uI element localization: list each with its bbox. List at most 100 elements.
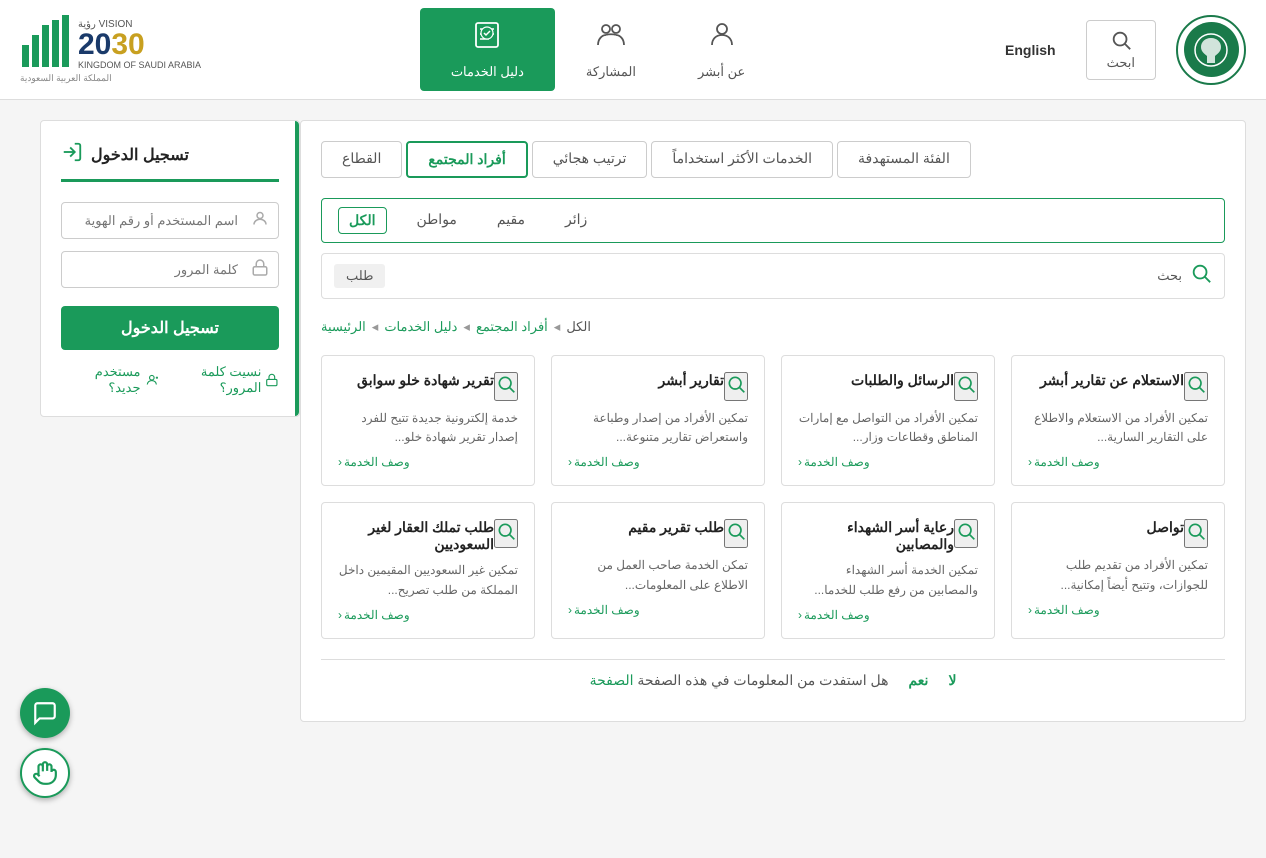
username-input[interactable] bbox=[61, 202, 279, 239]
search-button[interactable]: ابحث bbox=[1086, 20, 1156, 80]
card-7: طلب تملك العقار لغير السعوديين تمكين غير… bbox=[321, 502, 535, 638]
card-5-title: رعاية أسر الشهداء والمصابين bbox=[798, 519, 954, 553]
content-area: الفئة المستهدفة الخدمات الأكثر استخداماً… bbox=[300, 120, 1246, 722]
help-button[interactable] bbox=[20, 748, 70, 798]
card-1: الرسائل والطلبات تمكين الأفراد من التواص… bbox=[781, 355, 995, 486]
filter-citizen[interactable]: مواطن bbox=[407, 207, 467, 234]
cards-grid: الاستعلام عن تقارير أبشر تمكين الأفراد م… bbox=[321, 355, 1225, 639]
login-sidebar: تسجيل الدخول bbox=[40, 120, 300, 417]
card-7-link[interactable]: وصف الخدمة ‹ bbox=[338, 608, 518, 622]
card-0-link[interactable]: وصف الخدمة ‹ bbox=[1028, 455, 1208, 469]
tab-popular[interactable]: الخدمات الأكثر استخداماً bbox=[651, 141, 833, 178]
chat-button[interactable] bbox=[20, 688, 70, 738]
breadcrumb-home[interactable]: الرئيسية bbox=[321, 319, 366, 335]
vision-logo: VISION رؤية 2030 KINGDOM OF SAUDI ARABIA… bbox=[20, 15, 201, 84]
accent-bar bbox=[295, 121, 299, 416]
login-title-icon bbox=[61, 141, 83, 169]
card-2-title: تقارير أبشر bbox=[568, 372, 724, 389]
card-6-desc: تمكن الخدمة صاحب العمل من الاطلاع على ال… bbox=[568, 556, 748, 594]
new-user-link[interactable]: مستخدم جديد؟ bbox=[61, 364, 158, 396]
logo bbox=[1176, 15, 1246, 85]
breadcrumb: الكل ◂ أفراد المجتمع ◂ دليل الخدمات ◂ ال… bbox=[321, 319, 1225, 335]
main-wrapper: الفئة المستهدفة الخدمات الأكثر استخداماً… bbox=[0, 100, 1266, 742]
card-7-search-icon[interactable] bbox=[494, 519, 518, 548]
search-label: ابحث bbox=[1107, 55, 1135, 71]
nav-participation[interactable]: المشاركة bbox=[555, 8, 667, 91]
card-2-link[interactable]: وصف الخدمة ‹ bbox=[568, 455, 748, 469]
filter-visitor[interactable]: زائر bbox=[555, 207, 597, 234]
nav-services[interactable]: دليل الخدمات bbox=[420, 8, 555, 91]
card-0-desc: تمكين الأفراد من الاستعلام والاطلاع على … bbox=[1028, 409, 1208, 447]
tab-sector[interactable]: القطاع bbox=[321, 141, 402, 178]
card-2: تقارير أبشر تمكين الأفراد من إصدار وطباع… bbox=[551, 355, 765, 486]
search-row: بحث طلب bbox=[321, 253, 1225, 299]
vision-year: 2030 bbox=[78, 30, 145, 60]
card-5: رعاية أسر الشهداء والمصابين تمكين الخدمة… bbox=[781, 502, 995, 638]
vision-bars bbox=[20, 15, 70, 73]
page-link[interactable]: الصفحة bbox=[590, 672, 634, 688]
card-5-desc: تمكين الخدمة أسر الشهداء والمصابين من رف… bbox=[798, 561, 978, 599]
card-3-title: تقرير شهادة خلو سوابق bbox=[338, 372, 494, 389]
card-1-desc: تمكين الأفراد من التواصل مع إمارات المنا… bbox=[798, 409, 978, 447]
vision-kingdom: KINGDOM OF SAUDI ARABIA bbox=[78, 60, 201, 70]
about-icon bbox=[706, 19, 738, 58]
forgot-password-link[interactable]: نسيت كلمة المرور؟ bbox=[158, 364, 279, 396]
card-0-title: الاستعلام عن تقارير أبشر bbox=[1028, 372, 1184, 389]
card-5-link[interactable]: وصف الخدمة ‹ bbox=[798, 608, 978, 622]
filter-all[interactable]: الكل bbox=[338, 207, 387, 234]
login-button[interactable]: تسجيل الدخول bbox=[61, 306, 279, 350]
bottom-bar: لا نعم هل استفدت من المعلومات في هذه الص… bbox=[321, 659, 1225, 701]
card-0-search-icon[interactable] bbox=[1184, 372, 1208, 401]
password-input[interactable] bbox=[61, 251, 279, 288]
user-icon bbox=[251, 209, 269, 232]
filter-row: زائر مقيم مواطن الكل bbox=[321, 198, 1225, 243]
nav-services-label: دليل الخدمات bbox=[451, 64, 524, 80]
filter-resident[interactable]: مقيم bbox=[487, 207, 535, 234]
search-input[interactable] bbox=[393, 268, 1149, 284]
login-title: تسجيل الدخول bbox=[61, 141, 279, 182]
card-6-link[interactable]: وصف الخدمة ‹ bbox=[568, 603, 748, 617]
nav-about[interactable]: عن أبشر bbox=[667, 8, 776, 91]
card-7-title: طلب تملك العقار لغير السعوديين bbox=[338, 519, 494, 553]
header: ابحث English عن أبشر bbox=[0, 0, 1266, 100]
search-submit-button[interactable] bbox=[1190, 262, 1212, 290]
tab-sort[interactable]: ترتيب هجائي bbox=[532, 141, 648, 178]
header-left: ابحث English bbox=[995, 15, 1246, 85]
breadcrumb-society[interactable]: أفراد المجتمع bbox=[476, 319, 548, 335]
card-4-search-icon[interactable] bbox=[1184, 519, 1208, 548]
card-6-title: طلب تقرير مقيم bbox=[568, 519, 724, 536]
nav-participation-label: المشاركة bbox=[586, 64, 636, 80]
breadcrumb-services[interactable]: دليل الخدمات bbox=[384, 319, 457, 335]
card-3: تقرير شهادة خلو سوابق خدمة إلكترونية جدي… bbox=[321, 355, 535, 486]
participation-icon bbox=[595, 19, 627, 58]
nav-about-label: عن أبشر bbox=[698, 64, 745, 80]
float-buttons bbox=[20, 688, 70, 798]
lock-icon bbox=[251, 258, 269, 281]
card-6-search-icon[interactable] bbox=[724, 519, 748, 548]
password-group bbox=[61, 251, 279, 288]
card-2-desc: تمكين الأفراد من إصدار وطباعة واستعراض ت… bbox=[568, 409, 748, 447]
card-3-link[interactable]: وصف الخدمة ‹ bbox=[338, 455, 518, 469]
tab-society[interactable]: أفراد المجتمع bbox=[406, 141, 527, 178]
card-1-title: الرسائل والطلبات bbox=[798, 372, 954, 389]
username-group bbox=[61, 202, 279, 239]
request-tag: طلب bbox=[334, 264, 385, 288]
breadcrumb-current: الكل bbox=[566, 319, 591, 335]
feedback-yes-btn[interactable]: نعم bbox=[908, 672, 928, 689]
feedback-question: هل استفدت من المعلومات في هذه الصفحة الص… bbox=[590, 672, 889, 689]
login-links: نسيت كلمة المرور؟ مستخدم جديد؟ bbox=[61, 364, 279, 396]
card-0: الاستعلام عن تقارير أبشر تمكين الأفراد م… bbox=[1011, 355, 1225, 486]
language-switcher[interactable]: English bbox=[995, 42, 1066, 58]
vision-sub: المملكة العربية السعودية bbox=[20, 73, 112, 84]
card-4-link[interactable]: وصف الخدمة ‹ bbox=[1028, 603, 1208, 617]
services-icon bbox=[471, 19, 503, 58]
card-5-search-icon[interactable] bbox=[954, 519, 978, 548]
tab-category[interactable]: الفئة المستهدفة bbox=[837, 141, 971, 178]
card-3-search-icon[interactable] bbox=[494, 372, 518, 401]
feedback-no-btn[interactable]: لا bbox=[948, 672, 956, 689]
card-1-link[interactable]: وصف الخدمة ‹ bbox=[798, 455, 978, 469]
card-1-search-icon[interactable] bbox=[954, 372, 978, 401]
search-text-label: بحث bbox=[1157, 268, 1182, 284]
card-2-search-icon[interactable] bbox=[724, 372, 748, 401]
card-6: طلب تقرير مقيم تمكن الخدمة صاحب العمل من… bbox=[551, 502, 765, 638]
